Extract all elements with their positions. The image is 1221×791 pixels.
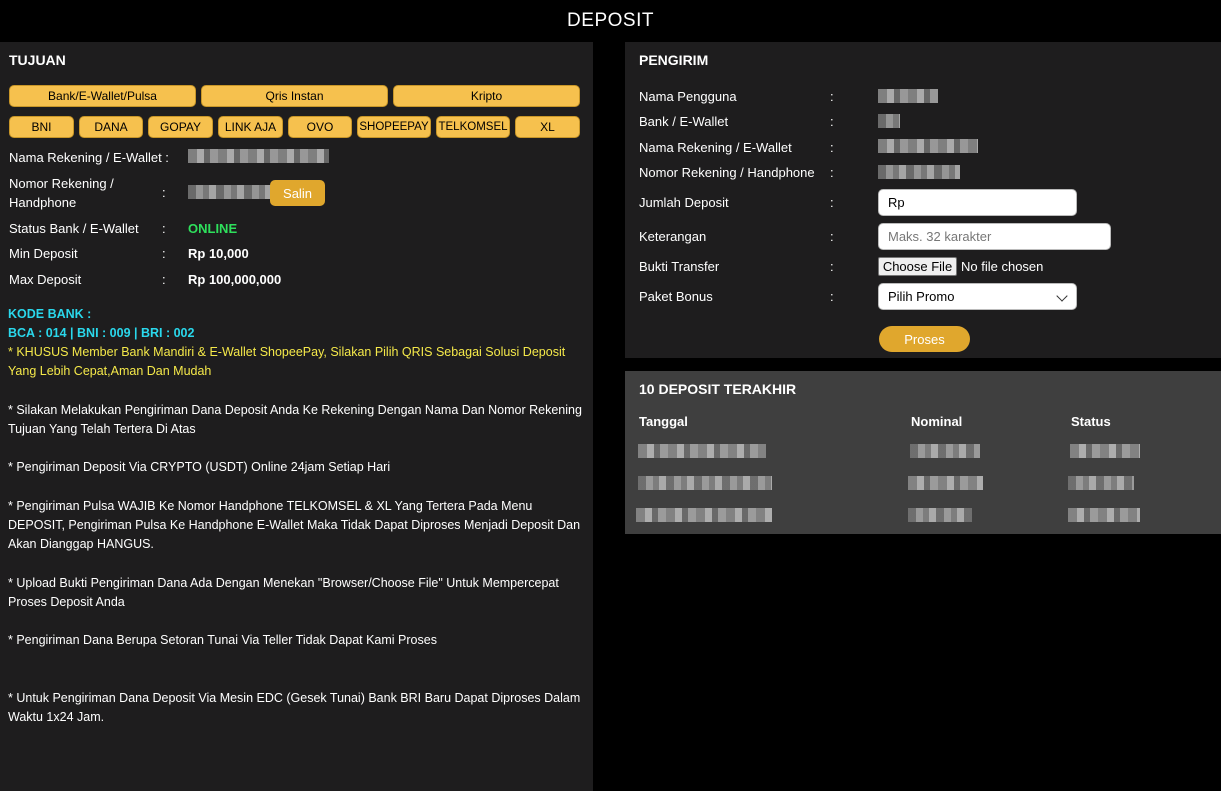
bank-button-bni[interactable]: BNI <box>9 116 74 138</box>
nomor-colon: : <box>162 185 166 200</box>
nama-rekening-pengirim-label: Nama Rekening / E-Wallet <box>639 140 792 155</box>
kode-bank-title: KODE BANK : <box>8 307 92 321</box>
keterangan-colon: : <box>830 229 834 244</box>
column-header-nominal: Nominal <box>911 414 963 429</box>
jumlah-deposit-input[interactable]: Rp <box>878 189 1077 216</box>
max-deposit-label: Max Deposit <box>9 272 82 287</box>
row-status-redacted <box>1068 508 1140 522</box>
min-deposit-label: Min Deposit <box>9 246 78 261</box>
bukti-transfer-colon: : <box>830 259 834 274</box>
jumlah-deposit-colon: : <box>830 195 834 210</box>
nama-rekening-label: Nama Rekening / E-Wallet : <box>9 150 169 165</box>
bank-ewallet-label: Bank / E-Wallet <box>639 114 729 129</box>
nama-rekening-value-redacted <box>188 149 329 163</box>
column-header-status: Status <box>1071 414 1111 429</box>
keterangan-placeholder: Maks. 32 karakter <box>888 229 992 244</box>
nama-pengguna-value-redacted <box>878 89 938 103</box>
status-label: Status Bank / E-Wallet <box>9 221 139 236</box>
row-date-redacted <box>636 508 772 522</box>
choose-file-button[interactable]: Choose File <box>878 257 957 276</box>
bank-button-dana[interactable]: DANA <box>79 116 143 138</box>
tab-qris-instan[interactable]: Qris Instan <box>201 85 388 107</box>
column-header-tanggal: Tanggal <box>639 414 688 429</box>
note-1: * Silakan Melakukan Pengiriman Dana Depo… <box>8 403 582 436</box>
note-4: * Upload Bukti Pengiriman Dana Ada Denga… <box>8 576 559 609</box>
chevron-down-icon <box>1056 290 1068 302</box>
status-badge: ONLINE <box>188 221 238 236</box>
keterangan-input[interactable]: Maks. 32 karakter <box>878 223 1111 250</box>
nama-pengguna-colon: : <box>830 89 834 104</box>
note-6: * Untuk Pengiriman Dana Deposit Via Mesi… <box>8 691 581 724</box>
nomor-rekening-value-redacted <box>188 185 270 199</box>
jumlah-deposit-label: Jumlah Deposit <box>639 195 729 210</box>
row-nominal-redacted <box>908 476 983 490</box>
row-status-redacted <box>1070 444 1140 458</box>
status-colon: : <box>162 221 166 236</box>
bank-button-gopay[interactable]: GOPAY <box>148 116 213 138</box>
bukti-transfer-label: Bukti Transfer <box>639 259 720 274</box>
nama-pengguna-label: Nama Pengguna <box>639 89 737 104</box>
bank-button-telkomsel[interactable]: TELKOMSEL <box>436 116 510 138</box>
note-5: * Pengiriman Dana Berupa Setoran Tunai V… <box>8 633 437 647</box>
nama-rekening-pengirim-colon: : <box>830 140 834 155</box>
row-nominal-redacted <box>910 444 980 458</box>
bank-ewallet-value-redacted <box>878 114 900 128</box>
note-3: * Pengiriman Pulsa WAJIB Ke Nomor Handph… <box>8 499 581 551</box>
nomor-rekening-pengirim-value-redacted <box>878 165 960 179</box>
note-2: * Pengiriman Deposit Via CRYPTO (USDT) O… <box>8 460 391 474</box>
nomor-rekening-label-line1: Nomor Rekening / <box>9 176 114 191</box>
tujuan-title: TUJUAN <box>9 52 66 68</box>
nama-rekening-pengirim-value-redacted <box>878 139 978 153</box>
nomor-rekening-pengirim-colon: : <box>830 165 834 180</box>
row-status-redacted <box>1068 476 1134 490</box>
pengirim-title: PENGIRIM <box>639 52 709 68</box>
nomor-rekening-pengirim-label: Nomor Rekening / Handphone <box>639 165 815 180</box>
max-colon: : <box>162 272 166 287</box>
bank-button-xl[interactable]: XL <box>515 116 580 138</box>
tab-bank-ewallet-pulsa[interactable]: Bank/E-Wallet/Pulsa <box>9 85 196 107</box>
top-bar: DEPOSIT <box>0 0 1221 42</box>
page-title: DEPOSIT <box>567 10 654 31</box>
row-date-redacted <box>638 476 772 490</box>
proses-button[interactable]: Proses <box>879 326 970 352</box>
row-date-redacted <box>638 444 766 458</box>
nomor-rekening-label-line2: Handphone <box>9 195 77 210</box>
min-deposit-value: Rp 10,000 <box>188 246 249 261</box>
bank-button-ovo[interactable]: OVO <box>288 116 352 138</box>
history-title: 10 DEPOSIT TERAKHIR <box>639 381 797 397</box>
keterangan-label: Keterangan <box>639 229 707 244</box>
paket-bonus-label: Paket Bonus <box>639 289 713 304</box>
paket-bonus-colon: : <box>830 289 834 304</box>
bank-button-shopeepay[interactable]: SHOPEEPAY <box>357 116 431 138</box>
max-deposit-value: Rp 100,000,000 <box>188 272 282 287</box>
promo-selected-value: Pilih Promo <box>888 289 955 304</box>
row-nominal-redacted <box>908 508 972 522</box>
note-khusus: * KHUSUS Member Bank Mandiri & E-Wallet … <box>8 345 566 378</box>
copy-button[interactable]: Salin <box>270 180 325 206</box>
min-colon: : <box>162 246 166 261</box>
tab-kripto[interactable]: Kripto <box>393 85 580 107</box>
promo-select[interactable]: Pilih Promo <box>878 283 1077 310</box>
file-status: No file chosen <box>961 259 1044 274</box>
bank-ewallet-colon: : <box>830 114 834 129</box>
kode-bank-value: BCA : 014 | BNI : 009 | BRI : 002 <box>8 326 195 340</box>
bank-button-linkaja[interactable]: LINK AJA <box>218 116 283 138</box>
